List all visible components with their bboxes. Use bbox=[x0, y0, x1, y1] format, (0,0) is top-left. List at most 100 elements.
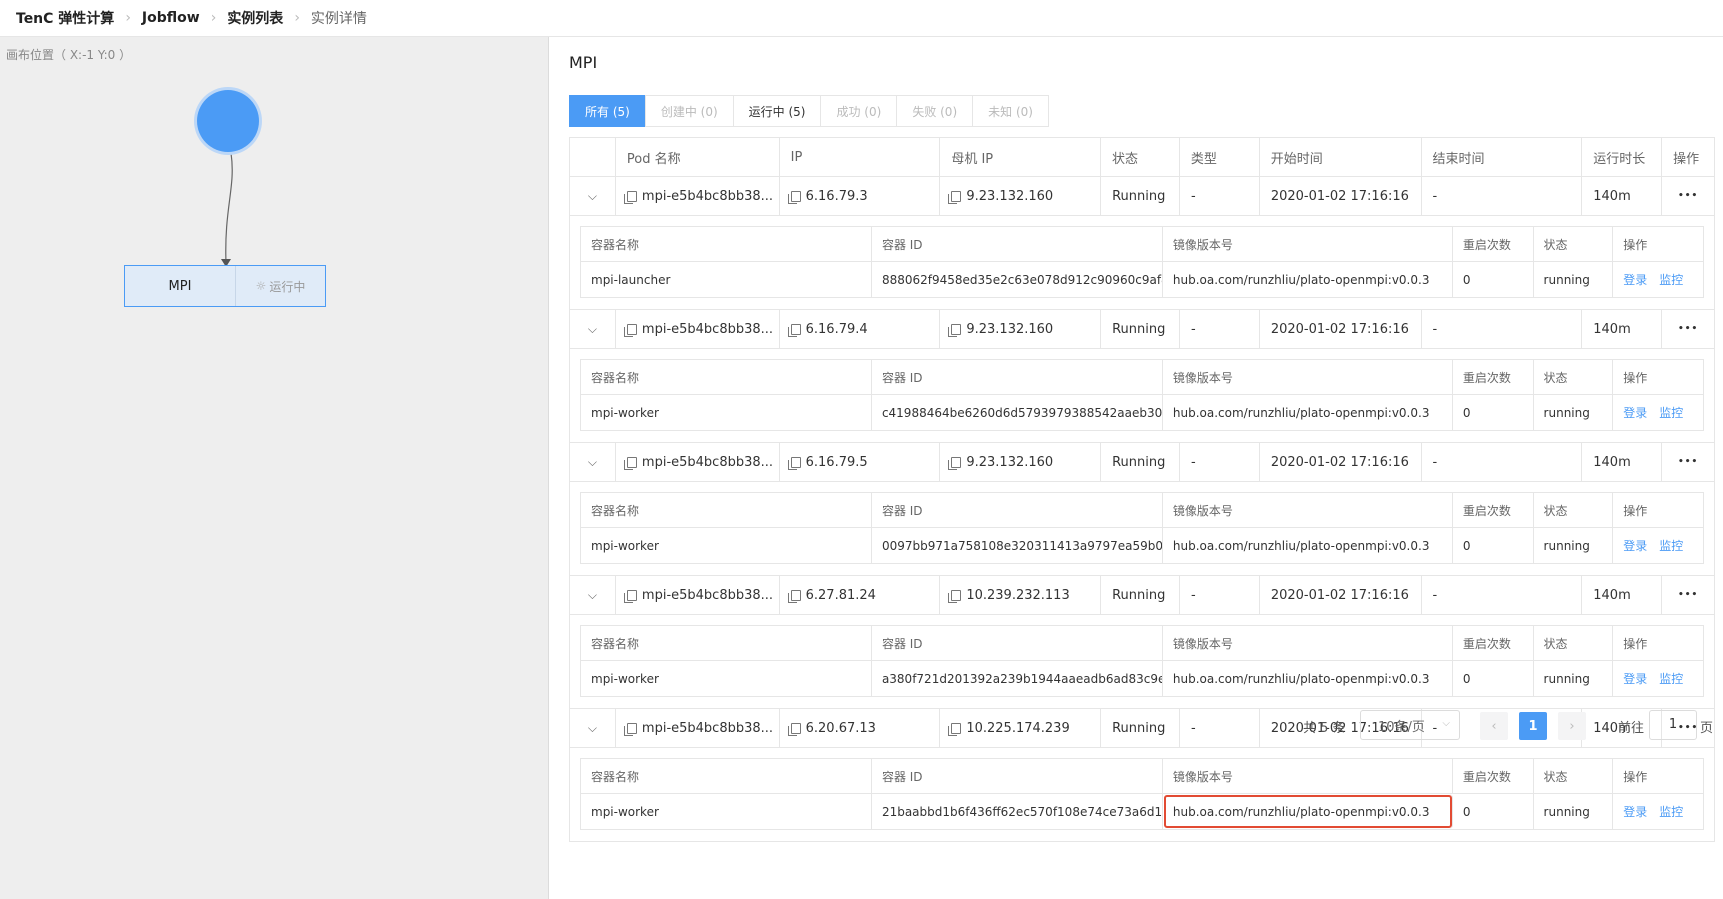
flow-edges bbox=[221, 152, 233, 267]
container-row: mpi-worker c41988464be6260d6d579397938854… bbox=[581, 395, 1703, 430]
tab-unknown[interactable]: 未知 (0) bbox=[972, 95, 1049, 127]
image-version: hub.oa.com/runzhliu/plato-openmpi:v0.0.3 bbox=[1163, 794, 1453, 829]
column-header-restart-count: 重启次数 bbox=[1453, 759, 1534, 793]
monitor-link[interactable]: 监控 bbox=[1659, 537, 1683, 554]
login-link[interactable]: 登录 bbox=[1623, 537, 1647, 554]
login-link[interactable]: 登录 bbox=[1623, 803, 1647, 820]
monitor-link[interactable]: 监控 bbox=[1659, 670, 1683, 687]
monitor-link[interactable]: 监控 bbox=[1659, 271, 1683, 288]
host-ip-cell: 9.23.132.160 bbox=[940, 310, 1102, 348]
pod-type: - bbox=[1180, 443, 1260, 481]
pod-ip: 6.16.79.4 bbox=[805, 321, 868, 337]
page-number-button[interactable]: 1 bbox=[1519, 712, 1547, 740]
pod-type: - bbox=[1180, 310, 1260, 348]
actions-cell: ••• bbox=[1662, 443, 1714, 481]
container-row: mpi-worker 21baabbd1b6f436ff62ec570f108e7… bbox=[581, 794, 1703, 829]
container-header-row: 容器名称 容器 ID 镜像版本号 重启次数 状态 操作 bbox=[581, 360, 1703, 395]
login-link[interactable]: 登录 bbox=[1623, 404, 1647, 421]
container-actions: 登录 监控 bbox=[1613, 528, 1703, 563]
page-size-select[interactable]: 10条/页 ⌵ bbox=[1360, 710, 1460, 740]
chevron-down-icon: ⌵ bbox=[587, 188, 598, 203]
container-table: 容器名称 容器 ID 镜像版本号 重启次数 状态 操作 mpi-worker a380f721… bbox=[580, 625, 1704, 697]
container-header-row: 容器名称 容器 ID 镜像版本号 重启次数 状态 操作 bbox=[581, 759, 1703, 794]
tab-running[interactable]: 运行中 (5) bbox=[732, 95, 822, 127]
copy-icon[interactable] bbox=[623, 456, 637, 470]
more-icon[interactable]: ••• bbox=[1678, 191, 1698, 201]
column-header-ip: IP bbox=[780, 138, 941, 176]
column-header-image-version: 镜像版本号 bbox=[1163, 626, 1453, 660]
chevron-right-icon: › bbox=[125, 10, 131, 26]
container-status: running bbox=[1534, 794, 1614, 829]
expand-toggle[interactable]: ⌵ bbox=[570, 576, 616, 614]
copy-icon[interactable] bbox=[787, 190, 801, 204]
copy-icon[interactable] bbox=[787, 456, 801, 470]
breadcrumb-item-home[interactable]: TenC 弹性计算 bbox=[16, 8, 114, 28]
breadcrumb-item-instance-list[interactable]: 实例列表 bbox=[227, 8, 283, 28]
column-header-container-name: 容器名称 bbox=[581, 360, 872, 394]
pod-ip: 6.16.79.3 bbox=[805, 188, 868, 204]
copy-icon[interactable] bbox=[948, 456, 962, 470]
tab-all[interactable]: 所有 (5) bbox=[569, 95, 646, 127]
monitor-link[interactable]: 监控 bbox=[1659, 404, 1683, 421]
container-status: running bbox=[1534, 395, 1614, 430]
more-icon[interactable]: ••• bbox=[1678, 590, 1698, 600]
expand-toggle[interactable]: ⌵ bbox=[570, 177, 616, 215]
goto-page-input[interactable]: 1 bbox=[1649, 710, 1697, 740]
pod-start-time: 2020-01-02 17:16:16 bbox=[1260, 310, 1422, 348]
chevron-right-icon: › bbox=[294, 10, 300, 26]
column-header-container-name: 容器名称 bbox=[581, 493, 872, 527]
breadcrumb-item-instance-detail: 实例详情 bbox=[310, 11, 367, 27]
copy-icon[interactable] bbox=[787, 323, 801, 337]
column-header-container-id: 容器 ID bbox=[872, 759, 1163, 793]
table-row: ⌵ mpi-e5b4bc8bb38... 6.16.79.3 9.23.132.160… bbox=[570, 177, 1714, 216]
copy-icon[interactable] bbox=[623, 589, 637, 603]
copy-icon[interactable] bbox=[948, 589, 962, 603]
pod-end-time: - bbox=[1422, 576, 1583, 614]
column-header-container-id: 容器 ID bbox=[872, 227, 1163, 261]
next-page-button[interactable]: › bbox=[1558, 712, 1586, 740]
pod-duration: 140m bbox=[1582, 310, 1663, 348]
more-icon[interactable]: ••• bbox=[1678, 457, 1698, 467]
pod-end-time: - bbox=[1422, 310, 1583, 348]
breadcrumb-item-jobflow[interactable]: Jobflow bbox=[142, 10, 200, 26]
login-link[interactable]: 登录 bbox=[1623, 670, 1647, 687]
monitor-link[interactable]: 监控 bbox=[1659, 803, 1683, 820]
column-header-container-id: 容器 ID bbox=[872, 493, 1163, 527]
start-node[interactable] bbox=[197, 90, 259, 152]
more-icon[interactable]: ••• bbox=[1678, 324, 1698, 334]
copy-icon[interactable] bbox=[948, 190, 962, 204]
pod-name: mpi-e5b4bc8bb38... bbox=[641, 454, 774, 470]
column-header-container-name: 容器名称 bbox=[581, 759, 872, 793]
copy-icon[interactable] bbox=[787, 589, 801, 603]
login-link[interactable]: 登录 bbox=[1623, 271, 1647, 288]
copy-icon[interactable] bbox=[623, 190, 637, 204]
host-ip-cell: 10.239.232.113 bbox=[940, 576, 1102, 614]
host-ip-cell: 9.23.132.160 bbox=[940, 177, 1102, 215]
container-table: 容器名称 容器 ID 镜像版本号 重启次数 状态 操作 mpi-worker 0097bb97… bbox=[580, 492, 1704, 564]
container-status: running bbox=[1534, 528, 1614, 563]
mpi-node[interactable]: MPI ☼ 运行中 bbox=[124, 265, 326, 307]
prev-page-button[interactable]: ‹ bbox=[1480, 712, 1508, 740]
tab-failed[interactable]: 失败 (0) bbox=[896, 95, 974, 127]
tab-success[interactable]: 成功 (0) bbox=[820, 95, 898, 127]
chevron-right-icon: › bbox=[1569, 718, 1575, 734]
container-name: mpi-worker bbox=[581, 661, 872, 696]
column-header-image-version: 镜像版本号 bbox=[1163, 759, 1453, 793]
copy-icon[interactable] bbox=[623, 323, 637, 337]
pod-type: - bbox=[1180, 576, 1260, 614]
column-header-image-version: 镜像版本号 bbox=[1163, 360, 1453, 394]
flow-canvas[interactable]: 画布位置（ X:-1 Y:0 ） MPI ☼ 运行中 bbox=[0, 37, 549, 899]
host-ip: 10.239.232.113 bbox=[966, 587, 1070, 603]
pod-start-time: 2020-01-02 17:16:16 bbox=[1260, 443, 1422, 481]
tab-creating[interactable]: 创建中 (0) bbox=[644, 95, 734, 127]
goto-page-suffix: 页 bbox=[1700, 721, 1714, 736]
expand-toggle[interactable]: ⌵ bbox=[570, 310, 616, 348]
host-ip: 9.23.132.160 bbox=[966, 321, 1054, 337]
restart-count: 0 bbox=[1453, 262, 1534, 297]
pod-type: - bbox=[1180, 177, 1260, 215]
container-name: mpi-worker bbox=[581, 395, 872, 430]
expand-toggle[interactable]: ⌵ bbox=[570, 443, 616, 481]
copy-icon[interactable] bbox=[948, 323, 962, 337]
container-id: 21baabbd1b6f436ff62ec570f108e74ce73a6d1a… bbox=[872, 794, 1163, 829]
detail-panel: MPI 所有 (5) 创建中 (0) 运行中 (5) 成功 (0) 失败 (0)… bbox=[550, 37, 1723, 899]
